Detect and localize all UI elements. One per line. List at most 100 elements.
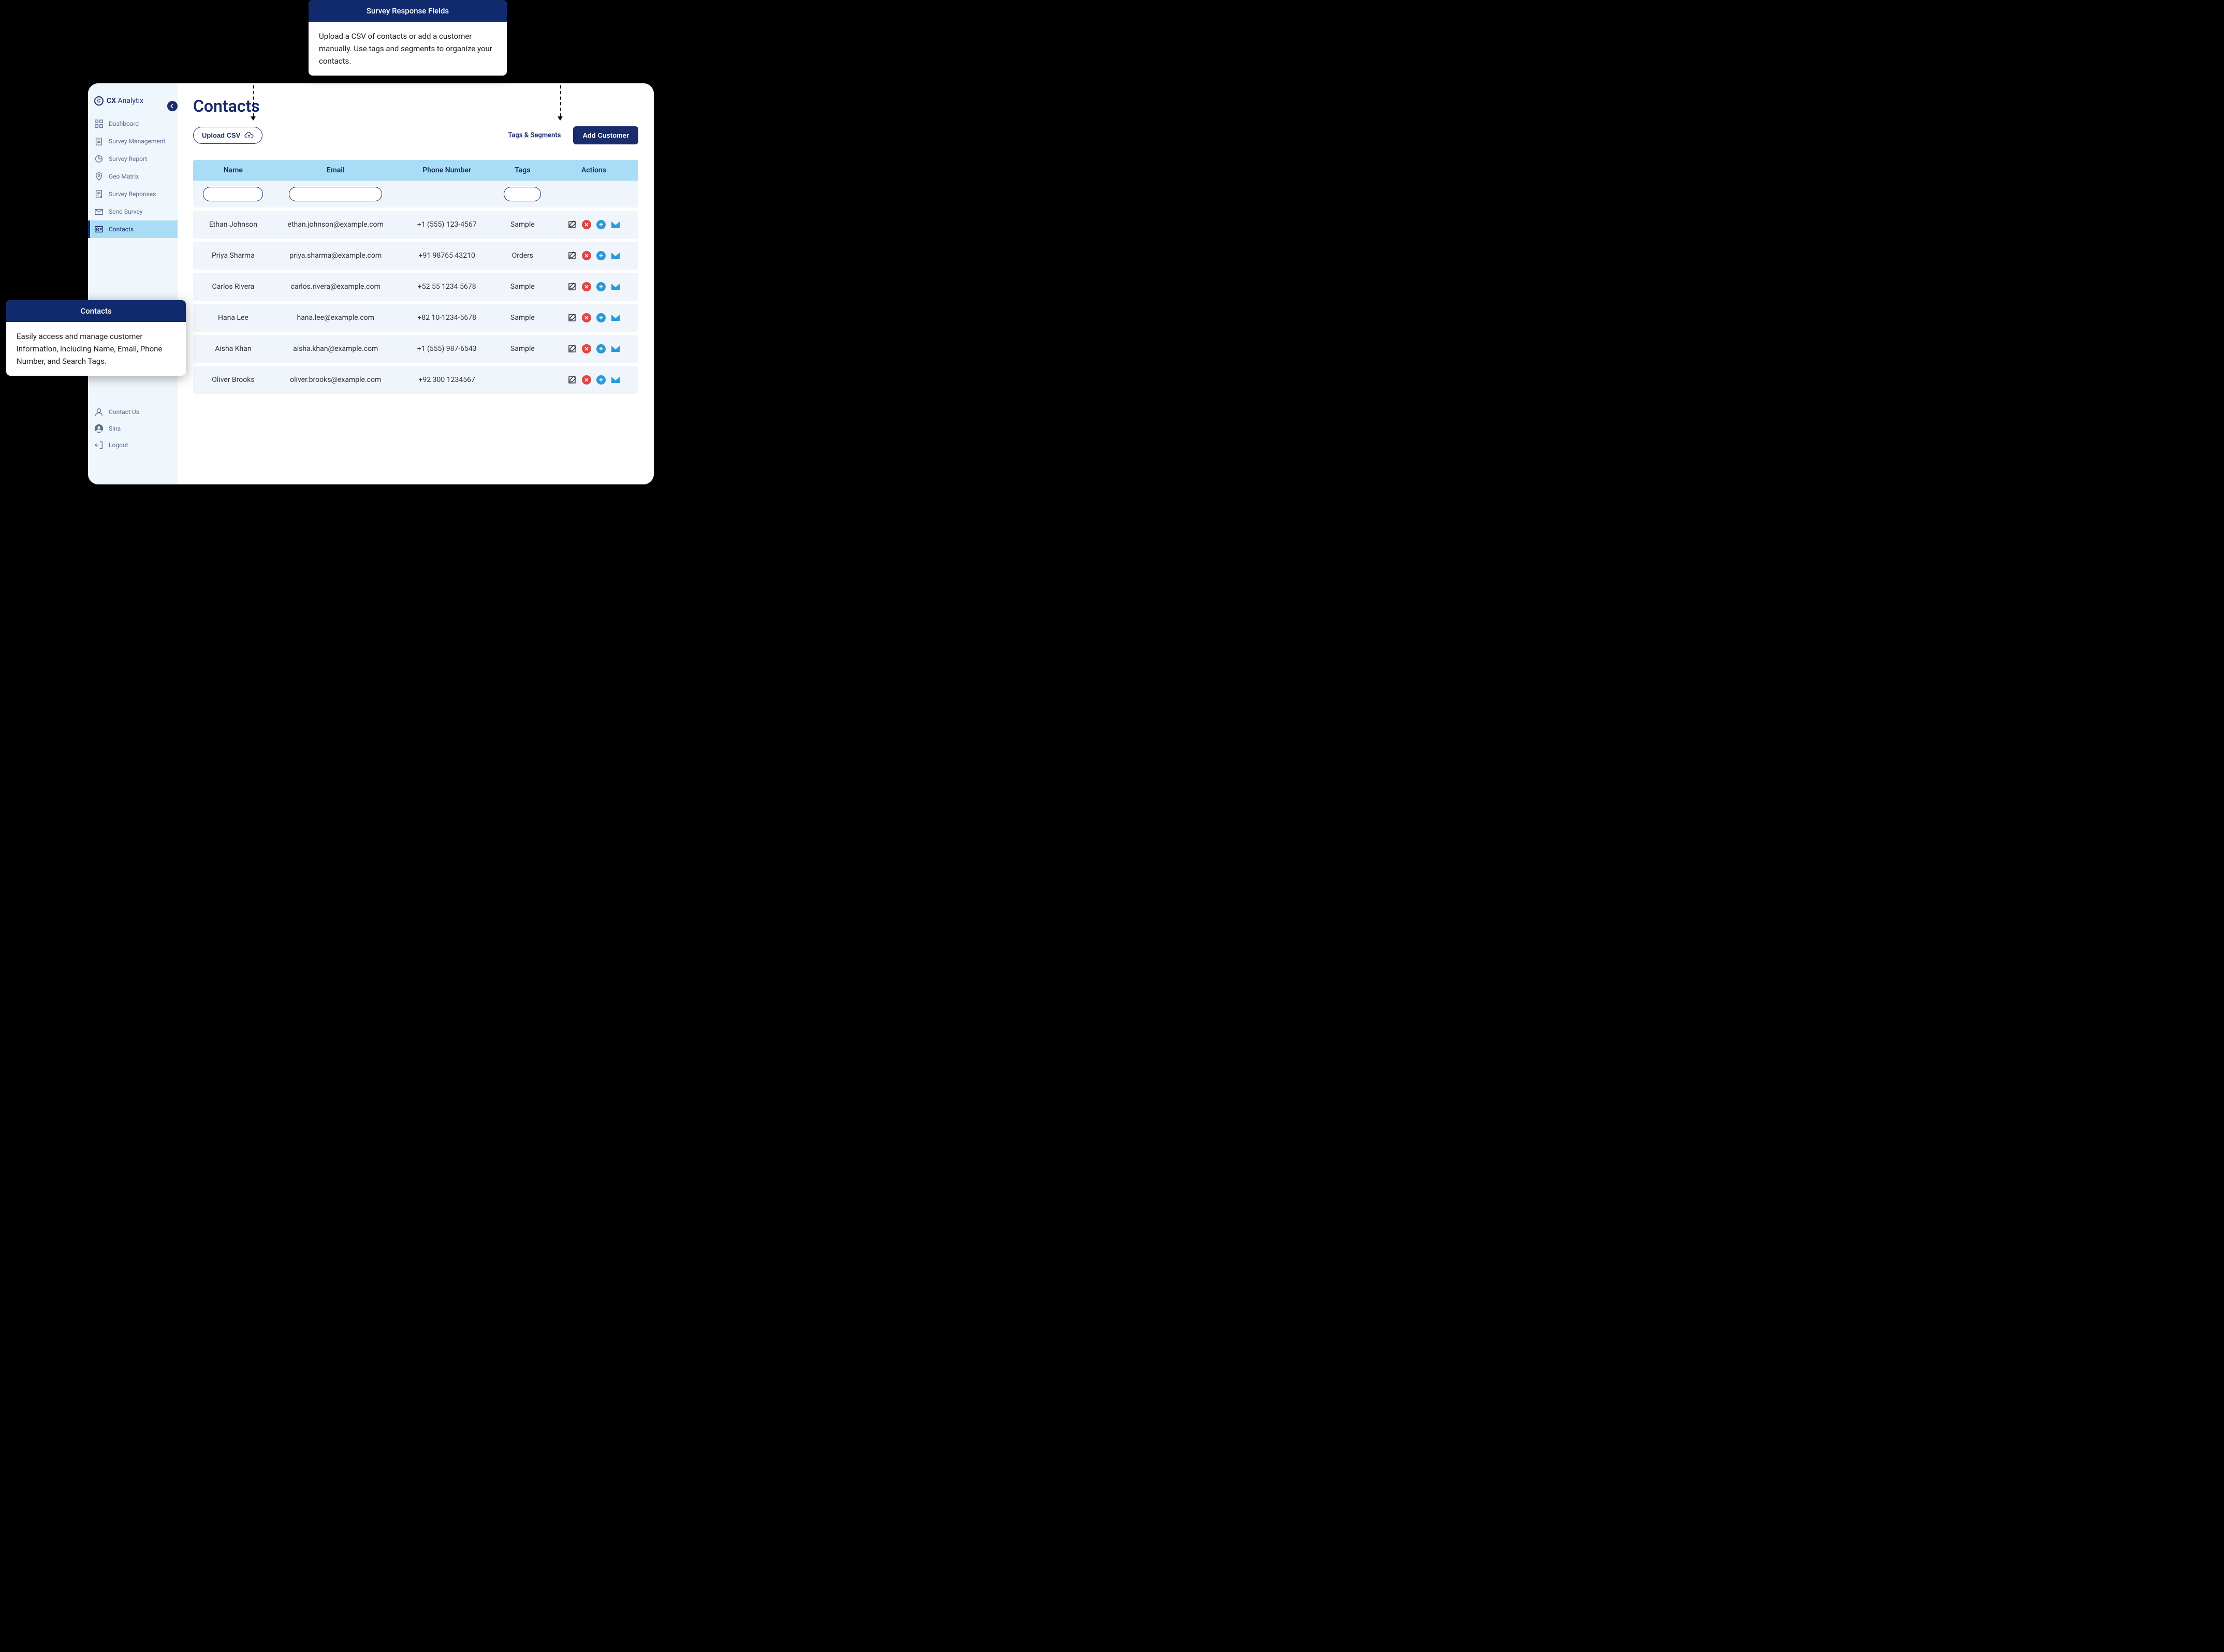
- add-icon[interactable]: +: [596, 282, 606, 291]
- contact-card-icon: [94, 225, 104, 234]
- add-icon[interactable]: +: [596, 251, 606, 260]
- col-header-tags: Tags: [496, 166, 549, 174]
- sidebar-item-dashboard[interactable]: Dashboard: [88, 115, 178, 132]
- cell-phone: +91 98765 43210: [398, 252, 496, 260]
- app-window: C CX Analytix Dashboard Survey Managemen…: [88, 83, 654, 484]
- cell-phone: +82 10-1234-5678: [398, 314, 496, 322]
- sidebar-footer: Contact Us Sina Logout: [88, 404, 178, 484]
- table-row: Ethan Johnson ethan.johnson@example.com …: [193, 211, 638, 239]
- callout-contacts: Contacts Easily access and manage custom…: [6, 300, 186, 376]
- edit-icon[interactable]: [567, 344, 577, 353]
- edit-icon[interactable]: [567, 313, 577, 322]
- cell-tags: Orders: [496, 252, 549, 260]
- sidebar-collapse-button[interactable]: [167, 101, 178, 111]
- mail-icon[interactable]: [611, 282, 620, 291]
- sidebar-item-label: Survey Reponses: [109, 190, 156, 198]
- cell-tags: Sample: [496, 314, 549, 322]
- sidebar: C CX Analytix Dashboard Survey Managemen…: [88, 83, 178, 484]
- table-row: Carlos Rivera carlos.rivera@example.com …: [193, 273, 638, 301]
- table-row: Aisha Khan aisha.khan@example.com +1 (55…: [193, 335, 638, 363]
- cell-tags: Sample: [496, 345, 549, 353]
- add-icon[interactable]: +: [596, 313, 606, 322]
- mail-icon: [94, 207, 104, 216]
- mail-icon[interactable]: [611, 251, 620, 260]
- sidebar-item-label: Geo Matrix: [109, 173, 139, 180]
- document-icon: [94, 189, 104, 199]
- cell-name: Oliver Brooks: [193, 376, 273, 384]
- delete-icon[interactable]: ✕: [582, 282, 591, 291]
- delete-icon[interactable]: ✕: [582, 251, 591, 260]
- sidebar-item-label: Send Survey: [109, 208, 142, 215]
- callout-survey-response-fields: Survey Response Fields Upload a CSV of c…: [309, 0, 507, 76]
- sidebar-item-user[interactable]: Sina: [88, 420, 178, 437]
- col-header-name: Name: [193, 166, 273, 174]
- cell-name: Carlos Rivera: [193, 283, 273, 291]
- filter-name-input[interactable]: [203, 187, 263, 201]
- cell-phone: +52 55 1234 5678: [398, 283, 496, 291]
- logout-icon: [94, 440, 104, 450]
- table-row: Priya Sharma priya.sharma@example.com +9…: [193, 242, 638, 270]
- contacts-table: Name Email Phone Number Tags Actions Eth…: [193, 160, 638, 394]
- sidebar-item-contacts[interactable]: Contacts: [88, 220, 178, 238]
- cell-name: Ethan Johnson: [193, 220, 273, 229]
- add-icon[interactable]: +: [596, 344, 606, 353]
- cell-phone: +1 (555) 123-4567: [398, 220, 496, 229]
- mail-icon[interactable]: [611, 313, 620, 322]
- sidebar-item-send-survey[interactable]: Send Survey: [88, 203, 178, 220]
- filter-email-input[interactable]: [289, 187, 383, 201]
- add-icon[interactable]: +: [596, 220, 606, 229]
- table-row: Oliver Brooks oliver.brooks@example.com …: [193, 366, 638, 394]
- mail-icon[interactable]: [611, 344, 620, 353]
- map-pin-icon: [94, 172, 104, 181]
- toolbar: Upload CSV Tags & Segments Add Customer: [193, 126, 638, 144]
- brand: C CX Analytix: [88, 96, 178, 115]
- delete-icon[interactable]: ✕: [582, 375, 591, 385]
- callout-body: Easily access and manage customer inform…: [6, 322, 186, 376]
- sidebar-item-survey-responses[interactable]: Survey Reponses: [88, 185, 178, 203]
- chevron-left-icon: [170, 104, 175, 109]
- tags-segments-link[interactable]: Tags & Segments: [508, 131, 561, 139]
- sidebar-item-label: Survey Management: [109, 138, 165, 145]
- delete-icon[interactable]: ✕: [582, 313, 591, 322]
- cell-email: oliver.brooks@example.com: [273, 376, 398, 384]
- pie-chart-icon: [94, 154, 104, 164]
- sidebar-item-survey-management[interactable]: Survey Management: [88, 132, 178, 150]
- sidebar-item-logout[interactable]: Logout: [88, 437, 178, 453]
- table-row: Hana Lee hana.lee@example.com +82 10-123…: [193, 304, 638, 332]
- filter-tags-input[interactable]: [504, 187, 541, 201]
- sidebar-item-label: Dashboard: [109, 120, 139, 127]
- cell-phone: +92 300 1234567: [398, 376, 496, 384]
- sidebar-item-label: Contact Us: [109, 408, 139, 416]
- sidebar-item-label: Survey Report: [109, 155, 147, 163]
- cell-email: aisha.khan@example.com: [273, 345, 398, 353]
- col-header-phone: Phone Number: [398, 166, 496, 174]
- cell-name: Aisha Khan: [193, 345, 273, 353]
- brand-logo-icon: C: [94, 96, 104, 106]
- sidebar-item-label: Logout: [109, 441, 128, 449]
- cell-name: Priya Sharma: [193, 252, 273, 260]
- mail-icon[interactable]: [611, 220, 620, 229]
- cell-phone: +1 (555) 987-6543: [398, 345, 496, 353]
- annotation-arrow: [560, 85, 561, 116]
- delete-icon[interactable]: ✕: [582, 344, 591, 353]
- mail-icon[interactable]: [611, 375, 620, 385]
- cell-tags: Sample: [496, 220, 549, 229]
- cell-tags: Sample: [496, 283, 549, 291]
- upload-csv-button[interactable]: Upload CSV: [193, 127, 262, 144]
- add-icon[interactable]: +: [596, 375, 606, 385]
- delete-icon[interactable]: ✕: [582, 220, 591, 229]
- annotation-arrow: [253, 85, 254, 116]
- upload-csv-label: Upload CSV: [202, 131, 240, 139]
- sidebar-item-geo-matrix[interactable]: Geo Matrix: [88, 168, 178, 185]
- sidebar-item-contact-us[interactable]: Contact Us: [88, 404, 178, 420]
- edit-icon[interactable]: [567, 251, 577, 260]
- filter-row: [193, 181, 638, 208]
- callout-body: Upload a CSV of contacts or add a custom…: [309, 22, 507, 76]
- edit-icon[interactable]: [567, 375, 577, 385]
- cell-name: Hana Lee: [193, 314, 273, 322]
- edit-icon[interactable]: [567, 220, 577, 229]
- sidebar-item-survey-report[interactable]: Survey Report: [88, 150, 178, 168]
- add-customer-button[interactable]: Add Customer: [573, 126, 638, 144]
- cell-email: priya.sharma@example.com: [273, 252, 398, 260]
- edit-icon[interactable]: [567, 282, 577, 291]
